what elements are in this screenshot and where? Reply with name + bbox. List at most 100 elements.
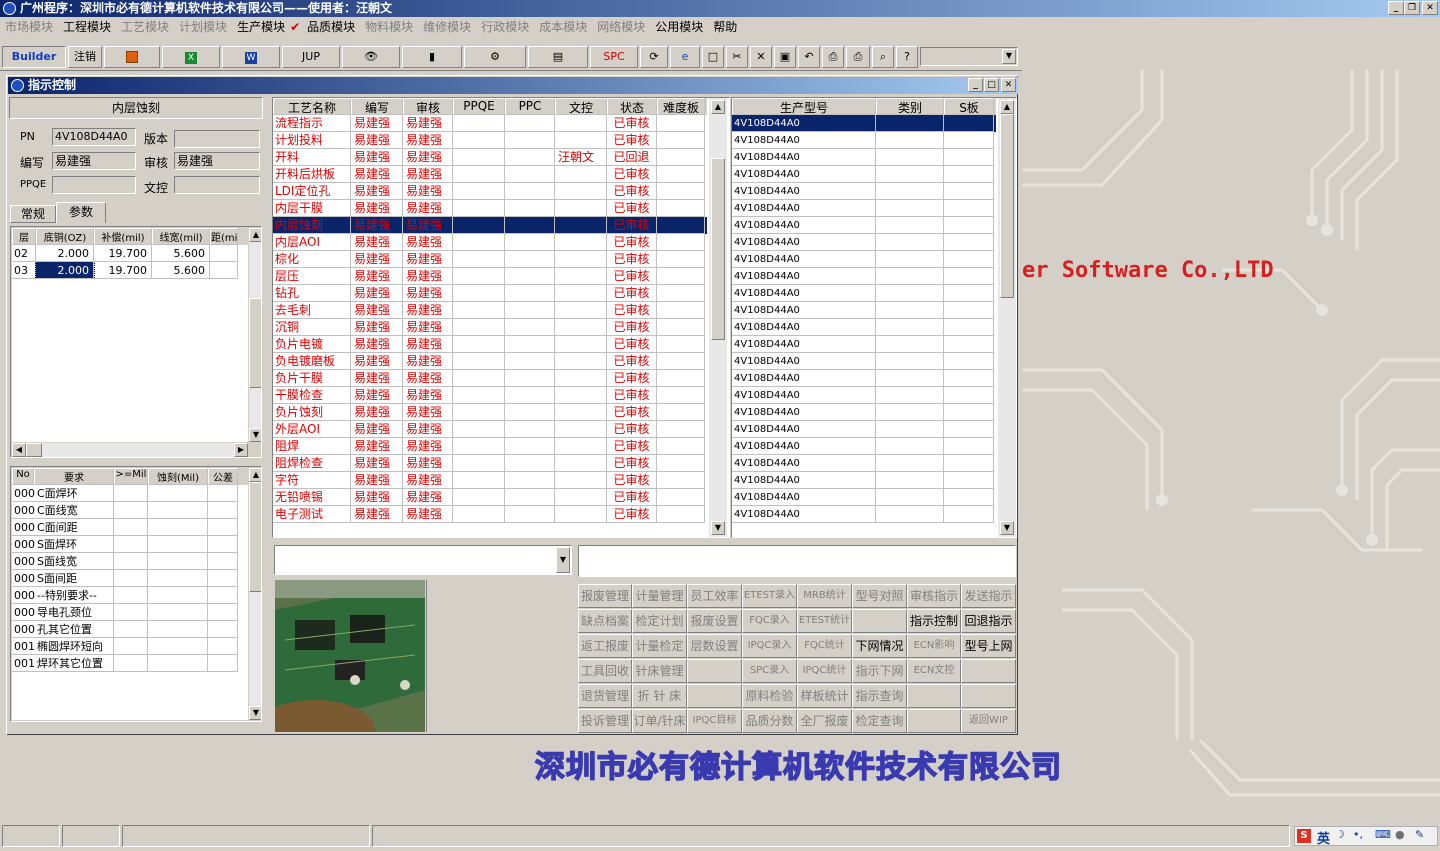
- process-cell[interactable]: [657, 353, 705, 370]
- process-cell[interactable]: [555, 302, 607, 319]
- model-type[interactable]: [876, 387, 944, 404]
- process-cell[interactable]: [505, 319, 555, 336]
- param-cell[interactable]: [210, 262, 238, 279]
- process-cell[interactable]: 负电镀磨板: [273, 353, 351, 370]
- requirement-header-1[interactable]: 要求: [34, 468, 114, 485]
- function-button[interactable]: 层数设置: [687, 634, 742, 658]
- scroll-thumb[interactable]: [1000, 114, 1014, 298]
- chevron-down-icon[interactable]: ▼: [1002, 49, 1016, 64]
- function-button[interactable]: IPQC录入: [742, 634, 797, 658]
- menu-item-9[interactable]: 成本模块: [534, 17, 592, 37]
- function-button[interactable]: 回退指示: [961, 609, 1016, 633]
- requirement-row[interactable]: 000 --特别要求--: [12, 587, 248, 604]
- function-button[interactable]: 投诉管理: [578, 709, 632, 733]
- requirement-row[interactable]: 000 S面焊环: [12, 536, 248, 553]
- requirement-cell[interactable]: [148, 536, 208, 553]
- process-cell[interactable]: [657, 285, 705, 302]
- process-cell[interactable]: 易建强: [403, 217, 453, 234]
- model-type[interactable]: [876, 132, 944, 149]
- model-sboard[interactable]: [944, 132, 994, 149]
- model-row[interactable]: 4V108D44A0: [732, 421, 996, 438]
- process-cell[interactable]: [453, 489, 505, 506]
- process-cell[interactable]: 易建强: [351, 200, 403, 217]
- process-cell[interactable]: 易建强: [351, 370, 403, 387]
- process-cell[interactable]: 内层干膜: [273, 200, 351, 217]
- process-cell[interactable]: [453, 200, 505, 217]
- model-name[interactable]: 4V108D44A0: [732, 506, 876, 523]
- model-type[interactable]: [876, 353, 944, 370]
- process-header-5[interactable]: 文控: [555, 98, 607, 115]
- process-cell[interactable]: 易建强: [351, 387, 403, 404]
- process-cell[interactable]: [505, 404, 555, 421]
- process-combo[interactable]: ▼: [274, 545, 572, 575]
- undo-icon[interactable]: ↶: [798, 46, 820, 68]
- process-row[interactable]: 外层AOI 易建强 易建强 已审核: [273, 421, 707, 438]
- model-name[interactable]: 4V108D44A0: [732, 132, 876, 149]
- model-sboard[interactable]: [944, 183, 994, 200]
- process-cell[interactable]: [555, 472, 607, 489]
- param-cell[interactable]: [210, 245, 238, 262]
- menu-item-6[interactable]: 物料模块: [360, 17, 418, 37]
- process-row[interactable]: 沉铜 易建强 易建强 已审核: [273, 319, 707, 336]
- menu-item-0[interactable]: 市场模块: [0, 17, 58, 37]
- model-sboard[interactable]: [944, 336, 994, 353]
- scroll-down-icon[interactable]: ▼: [1000, 521, 1014, 535]
- model-row[interactable]: 4V108D44A0: [732, 336, 996, 353]
- process-cell[interactable]: 易建强: [351, 319, 403, 336]
- keyboard-icon[interactable]: ⌨: [1375, 828, 1391, 841]
- requirement-cell[interactable]: [114, 638, 148, 655]
- preview-icon[interactable]: ⎙: [822, 46, 844, 68]
- process-cell[interactable]: [555, 387, 607, 404]
- param-cell[interactable]: 19.700: [94, 245, 152, 262]
- process-row[interactable]: 负电镀磨板 易建强 易建强 已审核: [273, 353, 707, 370]
- process-cell[interactable]: 易建强: [351, 149, 403, 166]
- process-cell[interactable]: [505, 268, 555, 285]
- model-sboard[interactable]: [944, 404, 994, 421]
- requirement-header-0[interactable]: No: [12, 468, 34, 485]
- process-cell[interactable]: [505, 489, 555, 506]
- function-button[interactable]: 检定计划: [632, 609, 687, 633]
- refresh-icon[interactable]: ⟳: [640, 46, 668, 68]
- model-row[interactable]: 4V108D44A0: [732, 472, 996, 489]
- process-row[interactable]: 无铅喷锡 易建强 易建强 已审核: [273, 489, 707, 506]
- process-cell[interactable]: [555, 319, 607, 336]
- requirement-cell[interactable]: [114, 485, 148, 502]
- child-close-button[interactable]: ✕: [1001, 78, 1016, 92]
- process-cell[interactable]: 开料: [273, 149, 351, 166]
- param-header-4[interactable]: 距(mi: [210, 228, 238, 245]
- process-cell[interactable]: 易建强: [403, 319, 453, 336]
- process-cell[interactable]: [657, 166, 705, 183]
- process-cell[interactable]: 已审核: [607, 353, 657, 370]
- process-cell[interactable]: LDI定位孔: [273, 183, 351, 200]
- process-cell[interactable]: 易建强: [351, 217, 403, 234]
- requirement-row[interactable]: 000 导电孔颈位: [12, 604, 248, 621]
- requirement-row[interactable]: 000 S面线宽: [12, 553, 248, 570]
- requirement-text[interactable]: 000 C面线宽: [12, 502, 114, 519]
- model-name[interactable]: 4V108D44A0: [732, 336, 876, 353]
- process-cell[interactable]: [505, 149, 555, 166]
- chevron-down-icon[interactable]: ▼: [556, 547, 570, 573]
- function-button[interactable]: 审核指示: [907, 584, 961, 608]
- process-cell[interactable]: 沉铜: [273, 319, 351, 336]
- requirement-cell[interactable]: [208, 553, 238, 570]
- process-cell[interactable]: [657, 217, 705, 234]
- menu-item-4[interactable]: 生产模块: [232, 17, 290, 37]
- process-cell[interactable]: [453, 166, 505, 183]
- process-row[interactable]: 电子测试 易建强 易建强 已审核: [273, 506, 707, 523]
- process-cell[interactable]: [657, 438, 705, 455]
- function-button[interactable]: FQC统计: [797, 634, 852, 658]
- model-row[interactable]: 4V108D44A0: [732, 404, 996, 421]
- model-header-2[interactable]: S板: [944, 98, 994, 115]
- process-cell[interactable]: [453, 353, 505, 370]
- process-cell[interactable]: [453, 115, 505, 132]
- menu-item-2[interactable]: 工艺模块: [116, 17, 174, 37]
- menu-item-1[interactable]: 工程模块: [58, 17, 116, 37]
- model-name[interactable]: 4V108D44A0: [732, 234, 876, 251]
- process-cell[interactable]: 易建强: [351, 183, 403, 200]
- process-cell[interactable]: 已审核: [607, 319, 657, 336]
- param-cell[interactable]: 19.700: [94, 262, 152, 279]
- process-row[interactable]: LDI定位孔 易建强 易建强 已审核: [273, 183, 707, 200]
- requirement-cell[interactable]: [208, 587, 238, 604]
- punctuation-icon[interactable]: •,: [1353, 828, 1363, 841]
- model-name[interactable]: 4V108D44A0: [732, 217, 876, 234]
